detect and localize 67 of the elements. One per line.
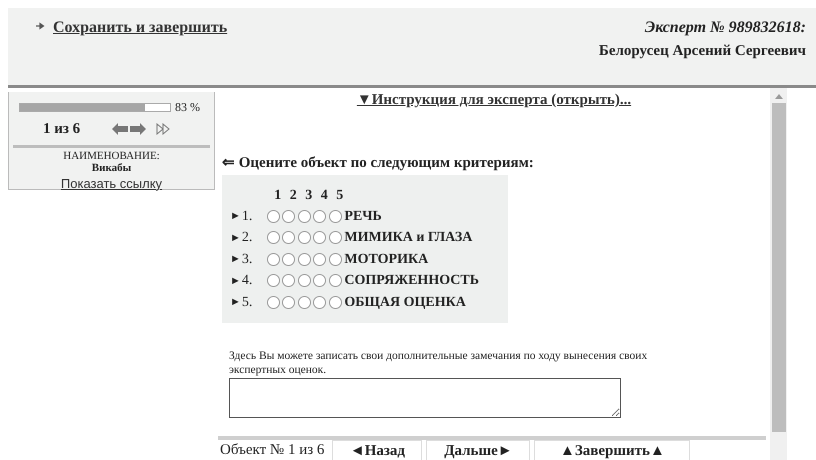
next-button[interactable]: Дальше► — [426, 440, 530, 460]
radio-button[interactable] — [313, 210, 326, 223]
radio-button[interactable] — [266, 296, 280, 309]
radio-button[interactable] — [313, 231, 326, 244]
position-counter: 1 из 6 — [43, 120, 80, 139]
pointer-icon: ► — [230, 251, 241, 268]
radio-button[interactable] — [298, 210, 311, 223]
criterion-number: 5. — [240, 294, 254, 312]
left-right-arrows-icon[interactable] — [112, 123, 146, 136]
pointer-icon: ► — [230, 230, 241, 246]
radio-button[interactable] — [282, 296, 296, 309]
radio-button[interactable] — [328, 296, 342, 309]
radio-button[interactable] — [328, 252, 342, 266]
save-and-finish-link[interactable]: Сохранить и завершить — [53, 16, 228, 40]
scroll-thumb[interactable] — [772, 103, 786, 432]
criterion-number: 3. — [240, 250, 254, 269]
expert-name: Белорусец Арсений Сергеевич — [598, 42, 806, 61]
name-value: Викабы — [90, 162, 132, 175]
back-button[interactable]: ◄Назад — [332, 440, 422, 460]
radio-button[interactable] — [298, 252, 311, 266]
radio-button[interactable] — [313, 252, 326, 266]
notes-hint: Здесь Вы можете записать свои дополнительные замечания по ходу вынесения своих экспертных оценок. — [229, 349, 648, 378]
radio-button[interactable] — [328, 231, 342, 244]
criterion-number: 4. — [240, 272, 254, 290]
radio-button[interactable] — [313, 274, 326, 288]
finish-button[interactable]: ▲Завершить▲ — [534, 440, 690, 460]
radio-button[interactable] — [298, 231, 311, 244]
criterion-number: 1. — [240, 208, 254, 226]
pointer-icon: ► — [230, 208, 241, 224]
scrollbar[interactable] — [770, 88, 787, 460]
pointer-icon: ► — [230, 294, 241, 310]
radio-button[interactable] — [266, 252, 280, 266]
scale-header: 3 — [304, 186, 314, 204]
progress-reading: 83 % — [175, 99, 200, 116]
scroll-up-icon[interactable] — [774, 94, 782, 99]
criterion-label: МОТОРИКА — [344, 250, 428, 269]
criterion-label: РЕЧЬ — [344, 208, 382, 226]
radio-button[interactable] — [282, 231, 296, 244]
radio-button[interactable] — [298, 274, 311, 288]
radio-button[interactable] — [282, 252, 296, 266]
expert-number: Эксперт № 989832618: — [644, 18, 806, 38]
scale-header: 5 — [335, 186, 344, 204]
radio-button[interactable] — [266, 274, 280, 288]
radio-button[interactable] — [282, 210, 296, 223]
arrow-icon — [36, 22, 45, 30]
radio-button[interactable] — [328, 210, 342, 223]
object-counter: Объект № 1 из 6 — [219, 441, 326, 460]
radio-button[interactable] — [328, 274, 342, 288]
fast-forward-icon[interactable] — [156, 123, 170, 136]
radio-button[interactable] — [266, 210, 280, 223]
criteria-prompt: ⇐ Оцените объект по следующим критериям: — [222, 154, 535, 173]
criterion-number: 2. — [240, 229, 254, 248]
criterion-label: МИМИКА и ГЛАЗА — [344, 229, 472, 248]
scale-header: 4 — [320, 186, 329, 204]
radio-button[interactable] — [266, 231, 280, 244]
pointer-icon: ► — [230, 272, 241, 289]
radio-button[interactable] — [282, 274, 296, 288]
criterion-label: СОПРЯЖЕННОСТЬ — [344, 272, 479, 290]
scale-header: 1 — [273, 186, 282, 204]
show-link[interactable]: Показать ссылку — [60, 176, 162, 191]
notes-field[interactable] — [229, 378, 621, 418]
criterion-label: ОБЩАЯ ОЦЕНКА — [344, 294, 466, 312]
radio-button[interactable] — [313, 296, 326, 309]
scale-header: 2 — [288, 186, 298, 204]
name-label: НАИМЕНОВАНИЕ: — [62, 150, 161, 162]
radio-button[interactable] — [298, 296, 311, 309]
instruction-link[interactable]: ▼Инструкция для эксперта (открыть)... — [356, 92, 632, 108]
